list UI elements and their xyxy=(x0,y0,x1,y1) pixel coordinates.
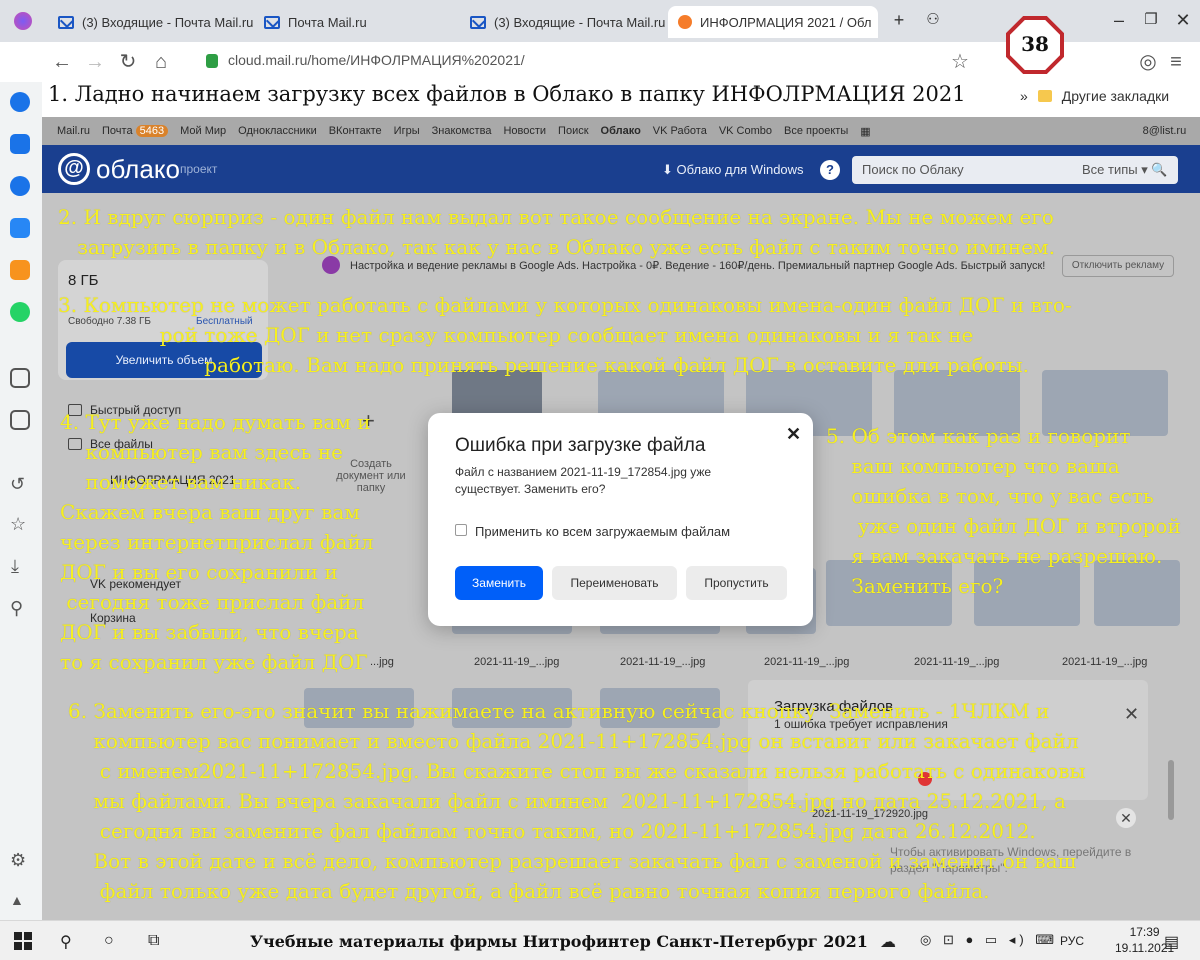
settings-gear-icon[interactable]: ⚙ xyxy=(10,850,26,871)
vk-app-icon[interactable] xyxy=(10,218,30,238)
portal-link[interactable]: ВКонтакте xyxy=(329,125,382,137)
cloud-for-windows-link[interactable]: ⬇ Облако для Windows xyxy=(662,162,804,178)
file-caption: 2021-11-19_...jpg xyxy=(764,656,850,668)
portal-link[interactable]: Знакомства xyxy=(432,125,492,137)
portal-link[interactable]: Одноклассники xyxy=(238,125,317,137)
dialog-title: Ошибка при загрузке файла xyxy=(455,435,706,456)
portal-link-mail[interactable]: Почта 5463 xyxy=(102,125,169,137)
step-2-annotation: 2. И вдруг сюрприз - один файл нам выдал… xyxy=(58,205,1055,259)
mail-icon xyxy=(470,15,486,29)
apply-to-all-checkbox[interactable] xyxy=(455,524,467,536)
browser-sidebar xyxy=(0,82,42,920)
skip-button[interactable]: Пропустить xyxy=(686,566,787,600)
dialog-close-icon[interactable]: ✕ xyxy=(786,424,801,445)
step-number: 38 xyxy=(1021,32,1049,56)
portal-link[interactable]: Новости xyxy=(503,125,546,137)
tab-cloud-active[interactable]: ИНФОЛРМАЦИЯ 2021 / Обл✕ xyxy=(668,6,878,38)
start-icon[interactable] xyxy=(14,932,32,950)
downloads-icon[interactable]: ⤓ xyxy=(11,556,19,577)
portal-link[interactable]: Игры xyxy=(394,125,420,137)
tasks-app-icon[interactable] xyxy=(10,134,30,154)
file-caption: 2021-11-19_...jpg xyxy=(620,656,706,668)
close-window-button[interactable]: ✕ xyxy=(1168,8,1198,32)
cloud-logo[interactable]: @ облако xyxy=(58,153,180,185)
cortana-icon[interactable]: ○ xyxy=(104,932,114,950)
notifications-icon[interactable]: ▤ xyxy=(1164,932,1179,952)
profile-icon[interactable]: ◎ xyxy=(1136,50,1160,74)
maximize-button[interactable]: ❐ xyxy=(1136,8,1166,32)
cloud-icon xyxy=(678,15,692,29)
tab-inbox-2[interactable]: (3) Входящие - Почта Mail.ru xyxy=(460,6,668,38)
favorites-star-icon[interactable]: ☆ xyxy=(10,514,26,535)
wallet-app-icon[interactable] xyxy=(10,176,30,196)
portal-link[interactable]: Поиск xyxy=(558,125,588,137)
lock-icon xyxy=(206,54,218,68)
portal-link-cloud[interactable]: Облако xyxy=(601,125,641,137)
search-type-select[interactable]: Все типы ▾ 🔍 xyxy=(1082,162,1168,178)
tray-icons[interactable]: ◎ ⊡ ● ▭ ◂) ⌨ xyxy=(920,932,1058,948)
file-caption: 2021-11-19_...jpg xyxy=(914,656,1000,668)
step-4-annotation: 4. Тут уже надо думать вам и компьютер в… xyxy=(60,410,374,674)
mail-app-icon[interactable] xyxy=(10,92,30,112)
search-icon[interactable]: ⚲ xyxy=(60,932,72,952)
bookmarks-bar: » Другие закладки xyxy=(1020,88,1169,104)
tab-mail[interactable]: Почта Mail.ru xyxy=(254,6,459,38)
replace-button[interactable]: Заменить xyxy=(455,566,543,600)
url-field[interactable]: cloud.mail.ru/home/ИНФОЛРМАЦИЯ%202021/ xyxy=(228,52,525,68)
step-1-annotation: 1. Ладно начинаем загрузку всех файлов в… xyxy=(48,82,966,106)
rename-button[interactable]: Переименовать xyxy=(552,566,677,600)
mail-icon xyxy=(264,15,280,29)
mail-icon xyxy=(58,15,74,29)
storage-size: 8 ГБ xyxy=(68,272,99,289)
project-label: проект xyxy=(180,162,218,176)
new-tab-button[interactable]: + xyxy=(884,8,914,32)
other-bookmarks[interactable]: Другие закладки xyxy=(1062,88,1169,104)
tab-inbox-1[interactable]: (3) Входящие - Почта Mail.ru xyxy=(48,6,256,38)
reload-icon[interactable]: ↻ xyxy=(116,50,140,74)
minimize-button[interactable]: – xyxy=(1104,8,1134,32)
portal-link[interactable]: Мой Мир xyxy=(180,125,226,137)
course-caption: Учебные материалы фирмы Нитрофинтер Санк… xyxy=(250,932,868,951)
task-view-icon[interactable]: ⧉ xyxy=(148,932,159,950)
bookmark-star-icon[interactable]: ☆ xyxy=(948,50,972,74)
camera-icon[interactable] xyxy=(10,410,30,430)
account-email[interactable]: 8@list.ru xyxy=(1143,125,1187,137)
mailru-portal-bar: Mail.ru Почта 5463 Мой Мир Одноклассники… xyxy=(42,117,1200,145)
step-3-annotation: 3. Компьютер не может работать с файлами… xyxy=(58,293,1072,377)
incognito-icon[interactable]: ⚇ xyxy=(918,8,948,32)
portal-link[interactable]: Mail.ru xyxy=(57,125,90,137)
file-caption: 2021-11-19_...jpg xyxy=(1062,656,1148,668)
home-icon[interactable]: ⌂ xyxy=(149,50,173,74)
dialog-message: Файл с названием 2021-11-19_172854.jpg у… xyxy=(455,465,712,496)
chevron-right-icon[interactable]: » xyxy=(1020,88,1028,104)
whatsapp-app-icon[interactable] xyxy=(10,302,30,322)
video-icon[interactable] xyxy=(10,368,30,388)
portal-link[interactable]: Все проекты xyxy=(784,125,848,137)
portal-link[interactable]: VK Работа xyxy=(653,125,707,137)
step-5-annotation: 5. Об этом как раз и говорит ваш компьют… xyxy=(826,424,1181,598)
history-icon[interactable]: ↺ xyxy=(10,474,25,495)
forward-icon[interactable]: → xyxy=(83,50,107,74)
browser-menu-lines-icon[interactable]: ≡ xyxy=(1164,50,1188,74)
file-caption: 2021-11-19_...jpg xyxy=(474,656,560,668)
help-icon[interactable]: ? xyxy=(820,160,840,180)
language-indicator[interactable]: РУС xyxy=(1060,934,1084,948)
mail-count-badge: 5463 xyxy=(135,125,169,137)
back-icon[interactable]: ← xyxy=(50,50,74,74)
portal-link[interactable]: VK Combo xyxy=(719,125,772,137)
folder-icon xyxy=(1037,90,1052,102)
ok-app-icon[interactable] xyxy=(10,260,30,280)
at-logo-icon: @ xyxy=(58,153,90,185)
onedrive-icon[interactable]: ☁ xyxy=(880,932,896,952)
browser-menu-icon[interactable] xyxy=(14,12,32,30)
step-6-annotation: 6. Заменить его-это значит вы нажимаете … xyxy=(68,699,1086,903)
apply-to-all-label[interactable]: Применить ко всем загружаемым файлам xyxy=(475,524,730,539)
apps-grid-icon[interactable]: ▦ xyxy=(860,125,870,138)
hide-sidebar-icon[interactable]: ▲ xyxy=(10,892,24,908)
extensions-icon[interactable]: ⚲ xyxy=(10,598,23,619)
